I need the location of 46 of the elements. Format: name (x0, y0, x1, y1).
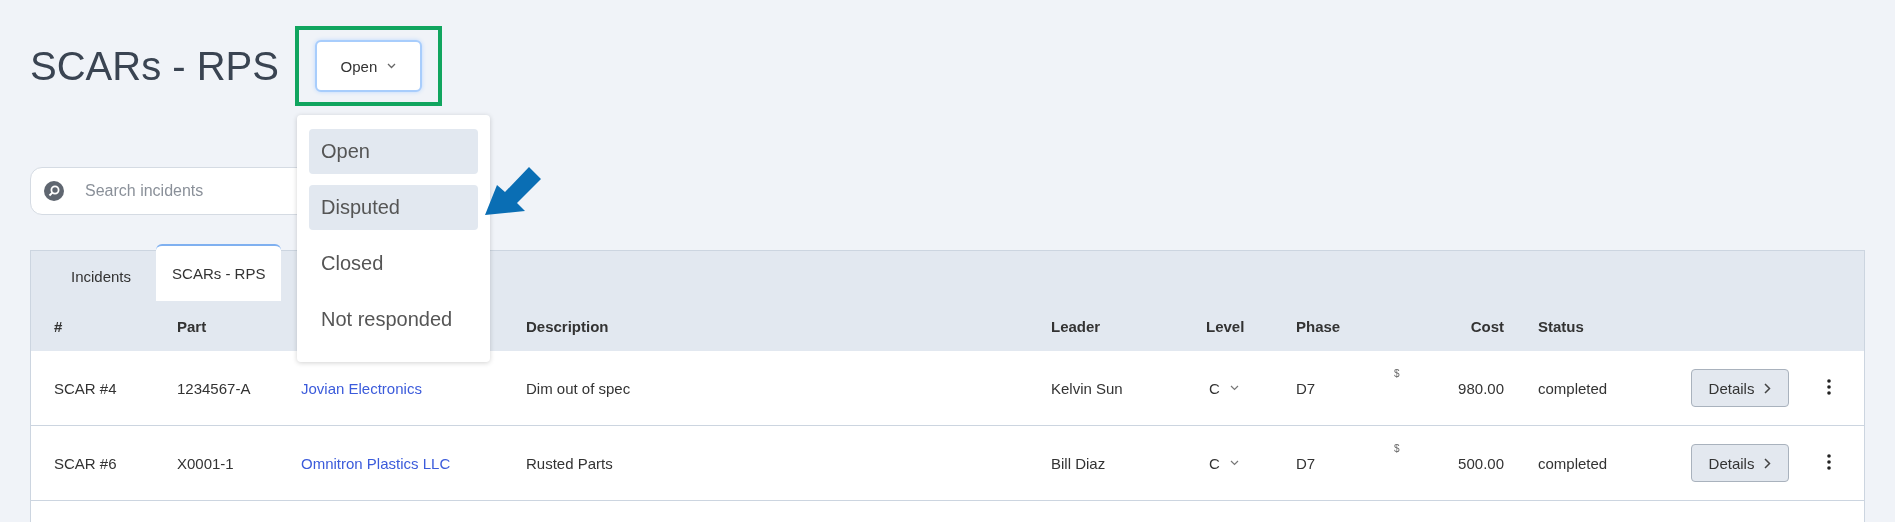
chevron-right-icon (1764, 382, 1772, 394)
table-cell-text: Dim out of spec (526, 379, 632, 397)
column-header: Level (1206, 317, 1246, 335)
table-cell-text: Bill Diaz (1051, 454, 1107, 472)
menu-item[interactable]: Not responded (309, 297, 478, 342)
column-header: Status (1537, 317, 1585, 335)
column-header: Cost (1469, 317, 1504, 335)
menu-item[interactable]: Disputed (309, 185, 478, 230)
chevron-down-icon (387, 63, 397, 69)
more-icon[interactable] (1827, 453, 1831, 470)
table-cell: 980.00 (1458, 379, 1504, 397)
more-icon[interactable] (1827, 378, 1831, 395)
table-cell-text: D7 (1296, 379, 1317, 397)
table-cell-text: 1234567-A (177, 379, 252, 397)
table-cell-text: X0001-1 (177, 454, 235, 472)
table-cell-text: completed (1537, 379, 1609, 397)
menu-item[interactable]: Closed (309, 241, 478, 286)
table-cell-text: SCAR #4 (53, 379, 118, 397)
details-button[interactable]: Details (1691, 444, 1789, 482)
details-button[interactable]: Details (1691, 369, 1789, 407)
table-cell-text: SCAR #6 (53, 454, 118, 472)
chevron-right-icon (1764, 457, 1772, 469)
supplier-link[interactable]: Jovian Electronics (301, 379, 422, 397)
status-dropdown[interactable]: Open (314, 40, 422, 92)
menu-item[interactable]: Open (309, 129, 478, 174)
table-cell-text: D7 (1296, 454, 1317, 472)
chevron-down-icon (1229, 385, 1239, 391)
currency-symbol: $ (1394, 367, 1400, 379)
supplier-link[interactable]: Omnitron Plastics LLC (301, 454, 451, 472)
tab[interactable]: Incidents (46, 251, 157, 301)
tab[interactable]: SCARs - RPS (156, 244, 282, 301)
page-title: SCARs - RPS (30, 43, 279, 89)
column-header: Leader (1051, 317, 1102, 335)
column-header: Part (177, 317, 208, 335)
level-dropdown[interactable]: C (1206, 379, 1239, 397)
table-cell: 500.00 (1458, 454, 1504, 472)
arrow-icon (485, 165, 543, 217)
chevron-down-icon (1229, 460, 1239, 466)
table-cell-text: Kelvin Sun (1051, 379, 1124, 397)
table-cell-text: completed (1537, 454, 1609, 472)
column-header: Phase (1296, 317, 1342, 335)
level-dropdown[interactable]: C (1206, 454, 1239, 472)
currency-symbol: $ (1394, 442, 1400, 454)
table-cell-text: Rusted Parts (526, 454, 614, 472)
column-header: # (53, 317, 64, 335)
column-header: Description (526, 317, 610, 335)
